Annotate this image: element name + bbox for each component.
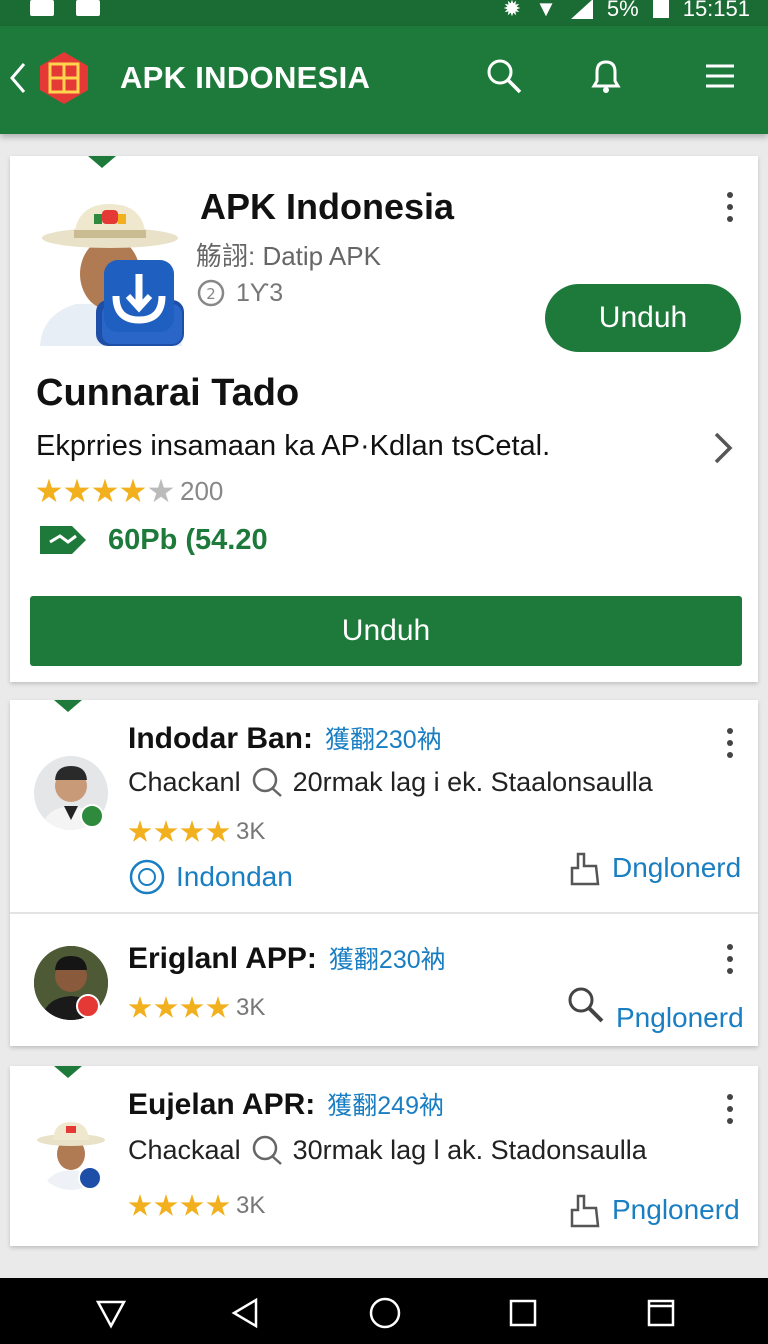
image-notification-icon (30, 0, 54, 16)
search-icon[interactable] (484, 56, 524, 96)
system-nav-bar (0, 1278, 768, 1344)
app-list-card: Eujelan APR: 獲翻249衲 Chackaal 30rmak lag … (10, 1066, 758, 1246)
comment-icon (252, 767, 282, 797)
list-item-subtitle: Chackaal 30rmak lag l ak. Stadonsaulla (128, 1134, 647, 1165)
divider (10, 912, 758, 914)
more-options-icon[interactable] (726, 728, 734, 758)
download-link[interactable]: Dnglonerd (568, 848, 741, 888)
price-tag-icon (40, 526, 86, 554)
list-item-tag: 獲翻230衲 (325, 726, 442, 754)
featured-price: 60Pb (54.20 (38, 522, 268, 558)
list-item-rating: 3K (128, 994, 265, 1022)
nav-home-icon[interactable] (368, 1296, 402, 1330)
list-item-subtitle: Chackanl 20rmak lag i ek. Staalonsaulla (128, 766, 653, 797)
badge-icon: 2 (197, 279, 225, 307)
search-icon (568, 987, 604, 1023)
nav-down-icon[interactable] (94, 1296, 128, 1330)
list-item-rating: 3K (128, 818, 265, 846)
nav-back-icon[interactable] (228, 1296, 262, 1330)
info-circle-icon (129, 859, 165, 895)
logo-icon[interactable] (36, 50, 92, 106)
list-item-title: Indodar Ban: 獲翻230衲 (128, 722, 442, 755)
featured-heading: Cunnarai Tado (36, 372, 300, 414)
rating-stars (36, 478, 174, 505)
featured-count: 2 1Ƴ3 (196, 278, 283, 308)
more-options-icon[interactable] (726, 1094, 734, 1124)
verified-badge-icon (78, 1166, 102, 1190)
clock: 15:151 (682, 0, 750, 21)
install-button[interactable]: Unduh (545, 284, 741, 352)
featured-count-value: 1Ƴ3 (236, 278, 284, 307)
ribbon-marker (54, 1066, 82, 1078)
featured-rating: 200 (36, 476, 223, 507)
list-item-rating: 3K (128, 1192, 265, 1220)
battery-icon (652, 0, 669, 18)
list-item-tag: 獲翻249衲 (327, 1092, 444, 1120)
rating-count: 200 (180, 476, 224, 506)
status-bar: ✹ ▼ 5% 15:151 (0, 0, 768, 26)
nav-window-icon[interactable] (644, 1296, 678, 1330)
list-item-title: Eujelan APR: 獲翻249衲 (128, 1088, 444, 1121)
alarm-icon: ✹ (502, 0, 522, 21)
back-icon[interactable] (6, 58, 30, 98)
more-options-icon[interactable] (726, 192, 734, 222)
featured-card: APK Indonesia 觞詡: Datip APK 2 1Ƴ3 Unduh … (10, 156, 758, 682)
ribbon-marker (88, 156, 116, 168)
ribbon-marker (54, 700, 82, 712)
bell-icon[interactable] (586, 56, 626, 96)
featured-description: Ekprries insamaan ka AP·Kdlan tsCetal. (36, 430, 551, 462)
hand-pointer-icon (570, 1194, 600, 1228)
featured-subtitle: 觞詡: Datip APK (196, 241, 381, 271)
download-link[interactable]: Pnglonerd (566, 976, 744, 1034)
download-button[interactable]: Unduh (30, 596, 742, 666)
wifi-icon: ▼ (535, 0, 557, 21)
chevron-right-icon[interactable] (710, 428, 736, 468)
price-value: 60Pb (54.20 (108, 523, 268, 556)
list-item-tag: 獲翻230衲 (328, 946, 446, 974)
app-list-card: Indodar Ban: 獲翻230衲 Chackanl 20rmak lag … (10, 700, 758, 1046)
list-item-title: Eriglanl APP: 獲翻230衲 (128, 942, 446, 975)
app-notification-icon (76, 0, 100, 16)
download-badge-icon (104, 260, 174, 332)
battery-text: 5% (606, 0, 639, 21)
signal-icon (570, 0, 593, 19)
indondan-link[interactable]: Indondan (128, 858, 293, 896)
verified-badge-icon (80, 804, 104, 828)
more-options-icon[interactable] (726, 944, 734, 974)
download-link[interactable]: Pnglonerd (568, 1190, 740, 1230)
featured-title: APK Indonesia (200, 186, 455, 227)
status-badge-icon (76, 994, 100, 1018)
svg-text:2: 2 (206, 285, 216, 303)
menu-icon[interactable] (700, 56, 740, 96)
hand-pointer-icon (570, 852, 600, 886)
nav-recents-icon[interactable] (506, 1296, 540, 1330)
app-bar: APK INDONESIA (0, 26, 768, 134)
comment-icon (252, 1135, 282, 1165)
app-title: APK INDONESIA (120, 60, 371, 95)
